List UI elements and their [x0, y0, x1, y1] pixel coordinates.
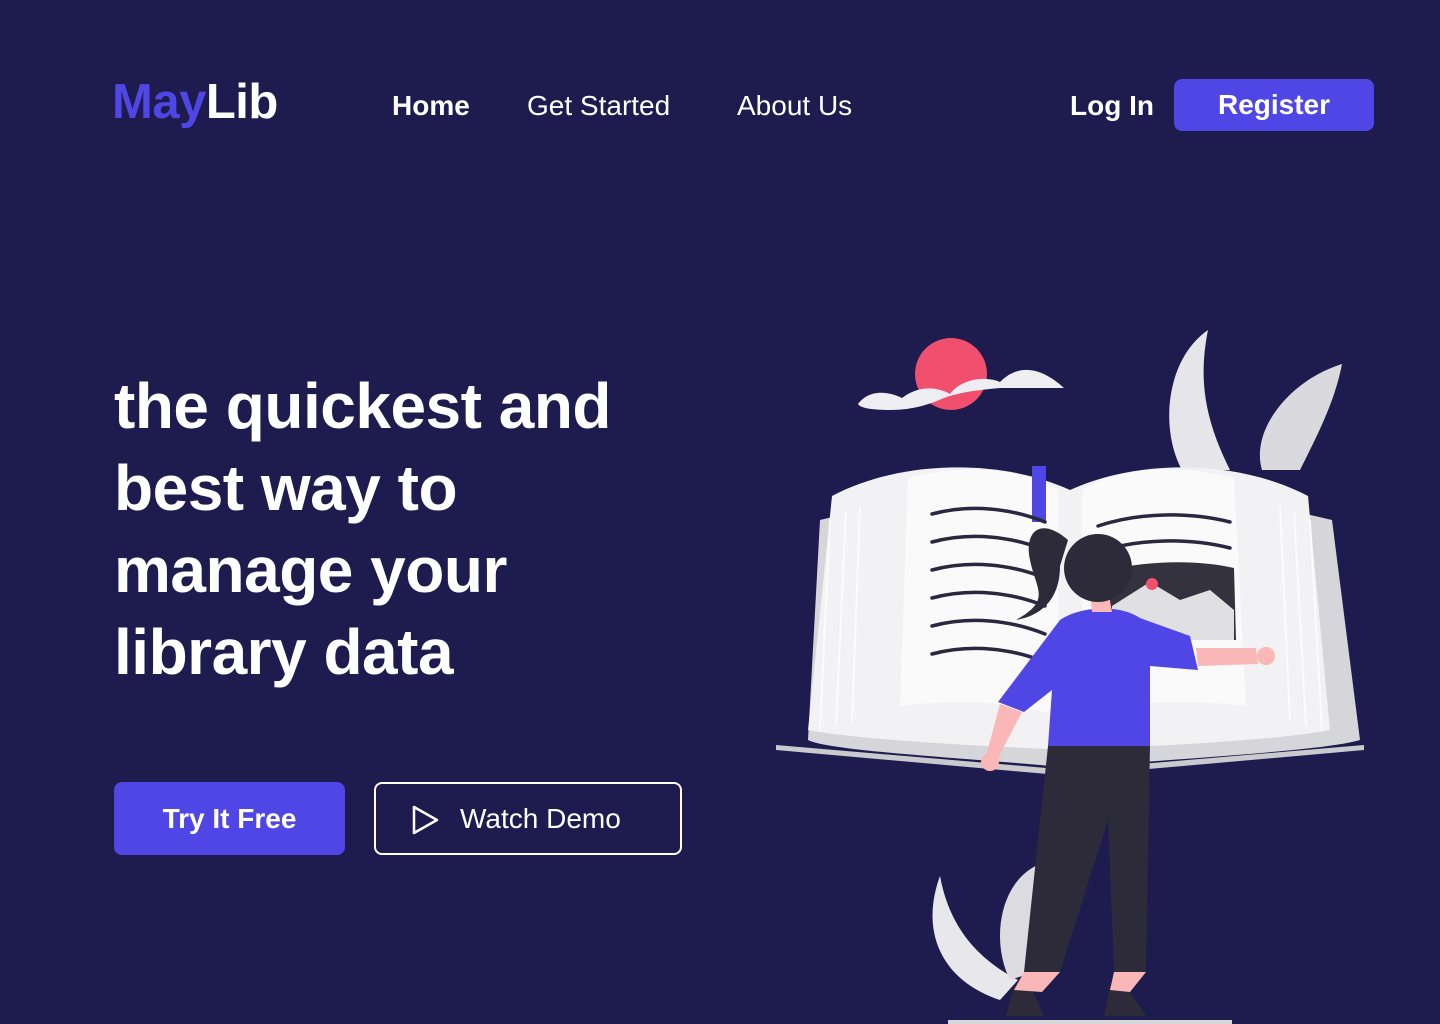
- register-button[interactable]: Register: [1174, 79, 1374, 131]
- hero-title-line: library data: [114, 616, 454, 688]
- hero-title-line: manage your: [114, 534, 507, 606]
- nav-get-started[interactable]: Get Started: [527, 86, 670, 126]
- sun-cloud-graphic: [858, 338, 1064, 410]
- hero-title-line: the quickest and: [114, 370, 612, 442]
- try-it-free-button[interactable]: Try It Free: [114, 782, 345, 855]
- nav-about-us[interactable]: About Us: [737, 86, 852, 126]
- hero-illustration: [776, 330, 1364, 1024]
- play-icon: [412, 805, 439, 835]
- logo-part-may: May: [112, 75, 206, 129]
- leaf-graphic: [1169, 330, 1342, 470]
- watch-demo-label: Watch Demo: [460, 803, 621, 834]
- hero-title-line: best way to: [114, 452, 458, 524]
- nav-home[interactable]: Home: [392, 86, 470, 126]
- login-link[interactable]: Log In: [1070, 86, 1154, 126]
- hero-title: the quickest and best way to manage your…: [114, 365, 714, 693]
- watch-demo-button[interactable]: Watch Demo: [374, 782, 682, 855]
- logo-part-lib: Lib: [205, 75, 278, 129]
- logo[interactable]: MayLib: [112, 72, 278, 132]
